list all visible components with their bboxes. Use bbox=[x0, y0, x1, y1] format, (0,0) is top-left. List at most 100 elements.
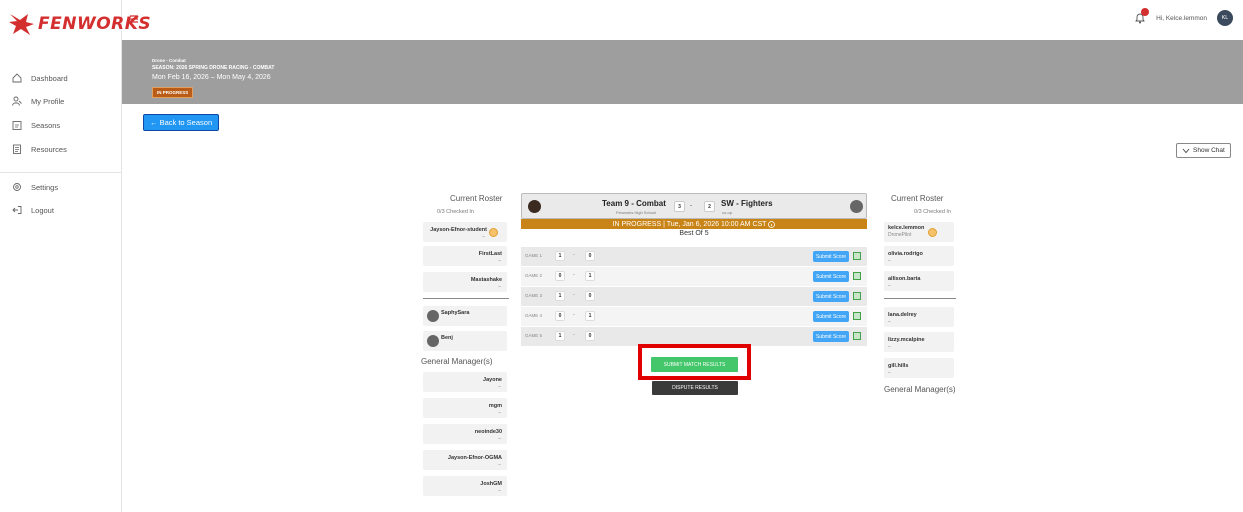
menu-toggle-icon[interactable] bbox=[130, 10, 138, 23]
game-row: GAME 1 1 - 0 Submit Score bbox=[521, 247, 867, 266]
screenshot-icon[interactable] bbox=[853, 332, 861, 340]
game-label: GAME 1 bbox=[525, 253, 543, 258]
game-home-score[interactable]: 1 bbox=[555, 251, 565, 261]
user-greeting[interactable]: Hi, Kelce.lemmon bbox=[1156, 15, 1207, 22]
status-badge: IN PROGRESS bbox=[152, 87, 194, 98]
game-score-separator: - bbox=[573, 252, 575, 258]
screenshot-icon[interactable] bbox=[853, 272, 861, 280]
submit-score-button[interactable]: Submit Score bbox=[813, 331, 850, 342]
away-team-name[interactable]: SW - Fighters bbox=[721, 199, 773, 208]
game-away-score[interactable]: 1 bbox=[585, 311, 595, 321]
submit-match-results-button[interactable]: SUBMIT MATCH RESULTS bbox=[651, 357, 738, 372]
submit-score-button[interactable]: Submit Score bbox=[813, 291, 850, 302]
right-player-card[interactable]: allison.barta – bbox=[884, 271, 954, 291]
avatar bbox=[427, 310, 439, 322]
captain-icon bbox=[489, 228, 498, 237]
player-name: allison.barta bbox=[888, 276, 921, 282]
player-name: SaphySara bbox=[441, 310, 470, 316]
player-name: kelce.lemmon bbox=[888, 225, 925, 231]
game-away-score[interactable]: 1 bbox=[585, 271, 595, 281]
player-sub: DronePilot bbox=[888, 232, 912, 238]
submit-score-button[interactable]: Submit Score bbox=[813, 271, 850, 282]
game-label: GAME 5 bbox=[525, 333, 543, 338]
sidebar-item-resources[interactable]: Resources bbox=[12, 141, 67, 157]
show-chat-button[interactable]: Show Chat bbox=[1176, 143, 1231, 158]
player-name: gill.hills bbox=[888, 363, 909, 369]
screenshot-icon[interactable] bbox=[853, 312, 861, 320]
gm-sub: – bbox=[498, 384, 501, 390]
screenshot-icon[interactable] bbox=[853, 252, 861, 260]
away-team-logo bbox=[850, 200, 863, 213]
info-icon[interactable] bbox=[768, 220, 776, 228]
notification-bell-icon[interactable] bbox=[1134, 8, 1150, 24]
player-name: lana.delrey bbox=[888, 312, 917, 318]
left-sub-card[interactable]: Benj bbox=[423, 331, 507, 351]
submit-score-button[interactable]: Submit Score bbox=[813, 251, 850, 262]
season-banner: Drone - Combat SEASON: 2026 SPRING DRONE… bbox=[122, 40, 1243, 104]
back-to-season-button[interactable]: ← Back to Season bbox=[143, 114, 220, 131]
sidebar: FENWORKS Dashboard My Profile Seasons Re… bbox=[0, 0, 151, 512]
left-sub-card[interactable]: SaphySara bbox=[423, 306, 507, 326]
submit-score-button[interactable]: Submit Score bbox=[813, 311, 850, 322]
left-player-card[interactable]: Jayson-Efnor-student – bbox=[423, 222, 507, 242]
sidebar-item-label: My Profile bbox=[31, 96, 65, 106]
player-sub: – bbox=[888, 370, 891, 376]
match-status-bar: IN PROGRESS | Tue, Jan 6, 2026 10:00 AM … bbox=[521, 219, 867, 229]
gm-card[interactable]: neoinde30 – bbox=[423, 424, 507, 444]
right-player-card[interactable]: kelce.lemmon DronePilot bbox=[884, 222, 954, 242]
gm-name: Jayone bbox=[483, 377, 502, 383]
right-roster-title: Current Roster bbox=[891, 194, 944, 203]
logout-icon bbox=[12, 205, 22, 215]
gm-card[interactable]: JoshGM – bbox=[423, 476, 507, 496]
game-row: GAME 4 0 - 1 Submit Score bbox=[521, 307, 867, 326]
sidebar-item-logout[interactable]: Logout bbox=[12, 202, 54, 218]
screenshot-icon[interactable] bbox=[853, 292, 861, 300]
right-sub-card[interactable]: lizzy.mcalpine – bbox=[884, 332, 954, 352]
game-home-score[interactable]: 1 bbox=[555, 331, 565, 341]
game-away-score[interactable]: 0 bbox=[585, 331, 595, 341]
roster-divider bbox=[423, 298, 509, 299]
player-name: lizzy.mcalpine bbox=[888, 337, 925, 343]
player-sub: – bbox=[498, 284, 501, 290]
player-sub: – bbox=[482, 234, 485, 240]
left-roster-title: Current Roster bbox=[450, 194, 503, 203]
sidebar-item-my-profile[interactable]: My Profile bbox=[12, 93, 64, 109]
game-score-separator: - bbox=[573, 272, 575, 278]
right-player-card[interactable]: olivia.rodrigo – bbox=[884, 246, 954, 266]
score-separator: - bbox=[690, 203, 692, 209]
away-team-school: co-op bbox=[722, 210, 733, 215]
dispute-results-button[interactable]: DISPUTE RESULTS bbox=[652, 381, 738, 395]
gm-card[interactable]: Jayson-Efnor-OGMA – bbox=[423, 450, 507, 470]
right-checked-in: 0/3 Checked In bbox=[914, 209, 951, 215]
sidebar-item-label: Seasons bbox=[31, 120, 61, 130]
roster-divider bbox=[884, 298, 956, 299]
game-home-score[interactable]: 0 bbox=[555, 271, 565, 281]
gm-card[interactable]: mgm – bbox=[423, 398, 507, 418]
left-checked-in: 0/3 Checked In bbox=[437, 209, 474, 215]
player-sub: – bbox=[498, 258, 501, 264]
game-away-score[interactable]: 0 bbox=[585, 251, 595, 261]
game-score-separator: - bbox=[573, 332, 575, 338]
sidebar-item-label: Dashboard bbox=[31, 73, 68, 83]
fenworks-logo[interactable]: FENWORKS bbox=[8, 10, 151, 40]
game-row: GAME 2 0 - 1 Submit Score bbox=[521, 267, 867, 286]
game-away-score[interactable]: 0 bbox=[585, 291, 595, 301]
sidebar-item-dashboard[interactable]: Dashboard bbox=[12, 70, 68, 86]
player-sub: – bbox=[888, 283, 891, 289]
left-player-card[interactable]: Mastashake – bbox=[423, 272, 507, 292]
gm-card[interactable]: Jayone – bbox=[423, 372, 507, 392]
game-home-score[interactable]: 0 bbox=[555, 311, 565, 321]
player-name: FirstLast bbox=[478, 251, 502, 257]
player-sub: – bbox=[888, 319, 891, 325]
avatar[interactable]: KL bbox=[1217, 10, 1233, 26]
right-sub-card[interactable]: gill.hills – bbox=[884, 358, 954, 378]
sidebar-item-seasons[interactable]: Seasons bbox=[12, 117, 60, 133]
chevron-down-icon bbox=[1182, 148, 1190, 153]
left-player-card[interactable]: FirstLast – bbox=[423, 246, 507, 266]
captain-icon bbox=[928, 228, 937, 237]
game-home-score[interactable]: 1 bbox=[555, 291, 565, 301]
left-gm-title: General Manager(s) bbox=[421, 357, 493, 366]
home-team-name[interactable]: Team 9 - Combat bbox=[602, 199, 666, 208]
right-sub-card[interactable]: lana.delrey – bbox=[884, 307, 954, 327]
sidebar-item-settings[interactable]: Settings bbox=[12, 179, 58, 195]
